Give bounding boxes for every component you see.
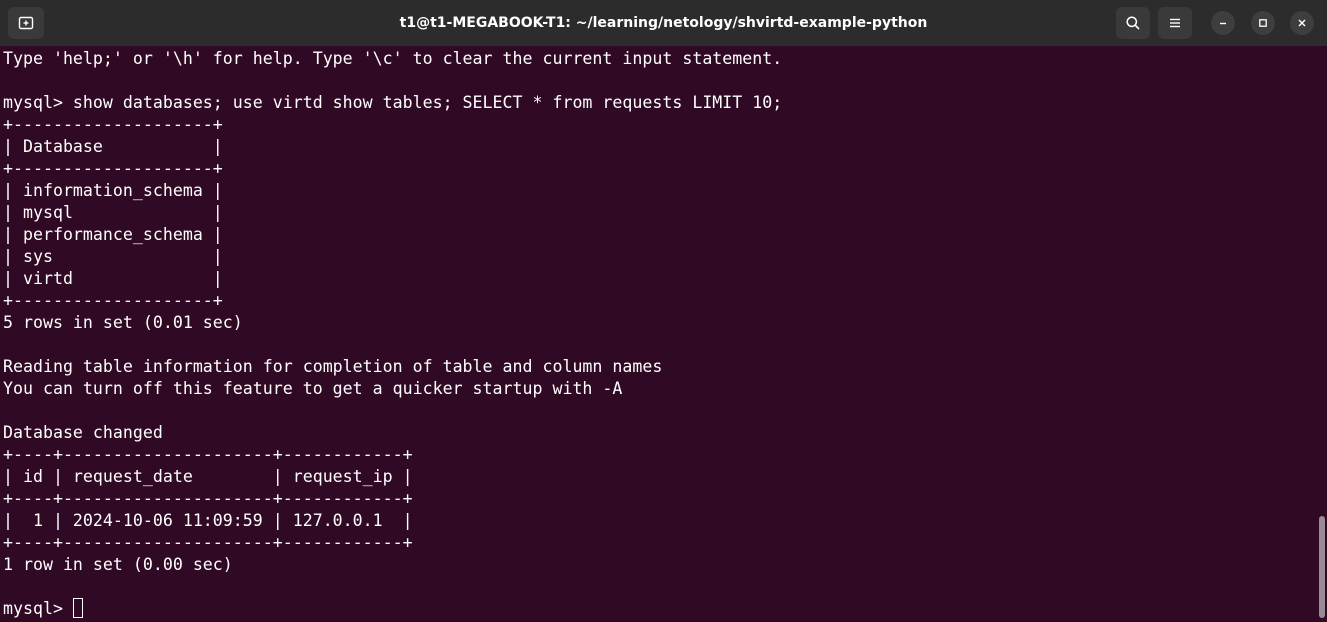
terminal-line: +----+---------------------+------------…	[3, 445, 413, 464]
terminal-line: | id | request_date | request_ip |	[3, 467, 413, 486]
minimize-button[interactable]	[1211, 11, 1235, 35]
maximize-icon	[1259, 19, 1267, 27]
terminal-line: You can turn off this feature to get a q…	[3, 379, 623, 398]
terminal-line: | virtd |	[3, 269, 223, 288]
new-tab-icon	[18, 16, 34, 30]
terminal-line: Reading table information for completion…	[3, 357, 663, 376]
new-tab-button[interactable]	[8, 7, 44, 39]
terminal-line: | performance_schema |	[3, 225, 223, 244]
close-icon	[1298, 19, 1306, 27]
hamburger-menu-icon	[1170, 18, 1180, 28]
maximize-button[interactable]	[1251, 11, 1275, 35]
terminal-line: +----+---------------------+------------…	[3, 533, 413, 552]
terminal-line: Type 'help;' or '\h' for help. Type '\c'…	[3, 49, 783, 68]
terminal-line: +--------------------+	[3, 159, 223, 178]
text-cursor	[73, 598, 83, 618]
title-bar[interactable]: t1@t1-MEGABOOK-T1: ~/learning/netology/s…	[0, 0, 1327, 46]
terminal-line: Database changed	[3, 423, 163, 442]
terminal-line: | information_schema |	[3, 181, 223, 200]
terminal-line: +--------------------+	[3, 291, 223, 310]
terminal-window: t1@t1-MEGABOOK-T1: ~/learning/netology/s…	[0, 0, 1327, 622]
scrollbar-thumb[interactable]	[1319, 516, 1325, 618]
close-button[interactable]	[1290, 11, 1314, 35]
terminal-output[interactable]: Type 'help;' or '\h' for help. Type '\c'…	[0, 48, 1312, 622]
terminal-line: +--------------------+	[3, 115, 223, 134]
search-button[interactable]	[1116, 7, 1150, 39]
minimize-icon	[1220, 22, 1226, 25]
terminal-line: 5 rows in set (0.01 sec)	[3, 313, 243, 332]
menu-button[interactable]	[1158, 7, 1192, 39]
terminal-line: | sys |	[3, 247, 223, 266]
terminal-line: | Database |	[3, 137, 223, 156]
terminal-line: mysql> show databases; use virtd show ta…	[3, 93, 783, 112]
search-icon	[1126, 16, 1140, 30]
terminal-line: +----+---------------------+------------…	[3, 489, 413, 508]
terminal-line: 1 row in set (0.00 sec)	[3, 555, 233, 574]
terminal-line: | 1 | 2024-10-06 11:09:59 | 127.0.0.1 |	[3, 511, 413, 530]
terminal-line: | mysql |	[3, 203, 223, 222]
mysql-prompt[interactable]: mysql>	[3, 598, 73, 620]
